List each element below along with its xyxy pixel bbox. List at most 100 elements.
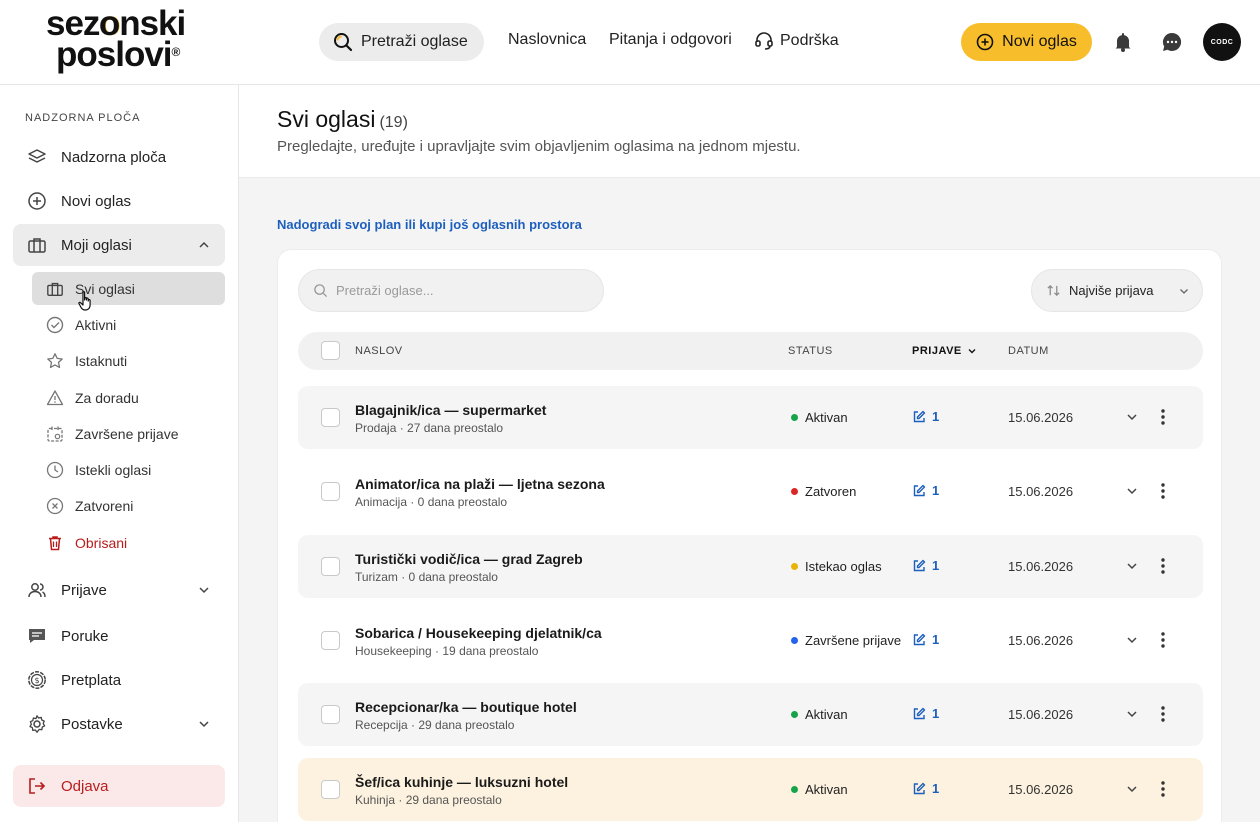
messages-button[interactable]	[1160, 30, 1184, 54]
row-checkbox[interactable]	[321, 705, 340, 724]
logout-button[interactable]: Odjava	[13, 765, 225, 807]
ad-date: 15.06.2026	[1008, 782, 1074, 797]
chevron-down-icon[interactable]	[1125, 782, 1139, 796]
applications-link[interactable]: 1	[912, 781, 939, 796]
sidebar-sub-label: Obrisani	[75, 534, 128, 551]
sidebar-item-pretplata[interactable]: $ Pretplata	[13, 659, 225, 701]
sort-dropdown[interactable]: Najviše prijava	[1031, 269, 1203, 312]
new-ad-button[interactable]: Novi oglas	[961, 23, 1092, 61]
ad-title[interactable]: Animator/ica na plaži — ljetna sezona	[355, 476, 605, 492]
chevron-down-icon	[199, 721, 209, 728]
more-vertical-icon[interactable]	[1160, 780, 1166, 798]
row-checkbox[interactable]	[321, 631, 340, 650]
table-row[interactable]: Blagajnik/ica — supermarket Prodaja · 27 …	[298, 386, 1203, 449]
more-vertical-icon[interactable]	[1160, 482, 1166, 500]
nav-podrska[interactable]: Podrška	[754, 31, 839, 51]
sidebar-sub-istaknuti[interactable]: Istaknuti	[32, 344, 225, 377]
calendar-icon	[47, 426, 63, 442]
status-badge: Aktivan	[791, 410, 848, 425]
row-checkbox[interactable]	[321, 482, 340, 501]
chevron-down-icon[interactable]	[1125, 707, 1139, 721]
layers-icon	[28, 149, 46, 163]
sidebar-item-novi-oglas[interactable]: Novi oglas	[13, 180, 225, 222]
applications-link[interactable]: 1	[912, 409, 939, 424]
warning-icon	[46, 389, 64, 405]
sidebar-item-prijave[interactable]: Prijave	[13, 569, 225, 611]
status-dot	[791, 637, 798, 644]
more-vertical-icon[interactable]	[1160, 408, 1166, 426]
chevron-down-icon	[1180, 289, 1188, 294]
nav-pitanja-i-odgovori[interactable]: Pitanja i odgovori	[609, 31, 732, 49]
applications-link[interactable]: 1	[912, 558, 939, 573]
sidebar-sub-zatvoreni[interactable]: Zatvoreni	[32, 489, 225, 522]
column-prijave[interactable]: PRIJAVE	[912, 345, 977, 357]
column-datum[interactable]: DATUM	[1008, 345, 1049, 357]
applications-link[interactable]: 1	[912, 483, 939, 498]
row-checkbox[interactable]	[321, 408, 340, 427]
sidebar-sub-istekli-oglasi[interactable]: Istekli oglasi	[32, 453, 225, 486]
sidebar-sub-za-doradu[interactable]: Za doradu	[32, 381, 225, 414]
status-dot	[791, 563, 798, 570]
more-vertical-icon[interactable]	[1160, 557, 1166, 575]
chevron-down-icon[interactable]	[1125, 484, 1139, 498]
table-row[interactable]: Recepcionar/ka — boutique hotel Recepcija…	[298, 683, 1203, 746]
sidebar-sub-svi-oglasi[interactable]: Svi oglasi	[32, 272, 225, 305]
sidebar-sub-zavrsene-prijave[interactable]: Završene prijave	[32, 417, 225, 450]
upgrade-plan-link[interactable]: Nadogradi svoj plan ili kupi još oglasni…	[277, 217, 582, 232]
chevron-down-icon[interactable]	[1125, 633, 1139, 647]
ads-search-field[interactable]	[298, 269, 604, 312]
applications-count: 1	[932, 781, 940, 796]
sidebar-sub-obrisani[interactable]: Obrisani	[32, 526, 225, 559]
ad-title[interactable]: Šef/ica kuhinje — luksuzni hotel	[355, 774, 568, 790]
status-badge: Aktivan	[791, 782, 848, 797]
applications-link[interactable]: 1	[912, 632, 939, 647]
more-vertical-icon[interactable]	[1160, 631, 1166, 649]
page-title-text: Svi oglasi	[277, 106, 376, 132]
page-title: Svi oglasi (19)	[277, 106, 408, 133]
more-vertical-icon[interactable]	[1160, 705, 1166, 723]
sidebar-sub-label: Zatvoreni	[75, 497, 134, 514]
status-badge: Aktivan	[791, 707, 848, 722]
sidebar-item-postavke[interactable]: Postavke	[13, 703, 225, 745]
logo[interactable]: sezoonski poslovi®	[46, 6, 186, 72]
search-icon	[334, 33, 353, 52]
page-title-count: (19)	[379, 114, 408, 131]
column-prijave-label: PRIJAVE	[912, 345, 962, 357]
table-row[interactable]: Šef/ica kuhinje — luksuzni hotel Kuhinja …	[298, 758, 1203, 821]
bell-icon	[1115, 33, 1131, 52]
applications-link[interactable]: 1	[912, 706, 939, 721]
table-row[interactable]: Sobarica / Housekeeping djelatnik/ca Hous…	[298, 609, 1203, 672]
search-button[interactable]: Pretraži oglase	[319, 23, 484, 61]
row-checkbox[interactable]	[321, 780, 340, 799]
column-naslov[interactable]: NASLOV	[355, 345, 403, 357]
ad-title[interactable]: Recepcionar/ka — boutique hotel	[355, 699, 577, 715]
notifications-button[interactable]	[1111, 30, 1135, 54]
column-status[interactable]: STATUS	[788, 345, 833, 357]
dollar-badge-icon: $	[28, 671, 46, 689]
briefcase-icon	[28, 238, 46, 253]
ad-title[interactable]: Turistički vodič/ica — grad Zagreb	[355, 551, 583, 567]
row-checkbox[interactable]	[321, 557, 340, 576]
sidebar-item-poruke[interactable]: Poruke	[13, 615, 225, 657]
sidebar-sub-label: Završene prijave	[75, 425, 179, 442]
edit-square-icon	[913, 410, 926, 422]
applications-count: 1	[932, 483, 940, 498]
sidebar-sub-aktivni[interactable]: Aktivni	[32, 308, 225, 341]
sidebar-item-moji-oglasi[interactable]: Moji oglasi	[13, 224, 225, 266]
status-dot	[791, 414, 798, 421]
sidebar-sub-label: Istekli oglasi	[75, 461, 152, 478]
select-all-checkbox[interactable]	[321, 341, 340, 360]
sidebar-sub-label: Istaknuti	[75, 352, 128, 369]
ad-title[interactable]: Blagajnik/ica — supermarket	[355, 402, 546, 418]
table-row[interactable]: Turistički vodič/ica — grad Zagreb Turiza…	[298, 535, 1203, 598]
table-row[interactable]: Animator/ica na plaži — ljetna sezona Ani…	[298, 460, 1203, 523]
ad-meta: Recepcija · 29 dana preostalo	[355, 718, 515, 732]
avatar[interactable]: CODC	[1203, 23, 1241, 61]
ads-search-input[interactable]	[336, 283, 596, 298]
users-icon	[28, 583, 46, 598]
chevron-down-icon[interactable]	[1125, 410, 1139, 424]
nav-naslovnica[interactable]: Naslovnica	[508, 31, 586, 49]
sidebar-item-nadzorna-ploca[interactable]: Nadzorna ploča	[13, 136, 225, 178]
ad-title[interactable]: Sobarica / Housekeeping djelatnik/ca	[355, 625, 602, 641]
chevron-down-icon[interactable]	[1125, 559, 1139, 573]
